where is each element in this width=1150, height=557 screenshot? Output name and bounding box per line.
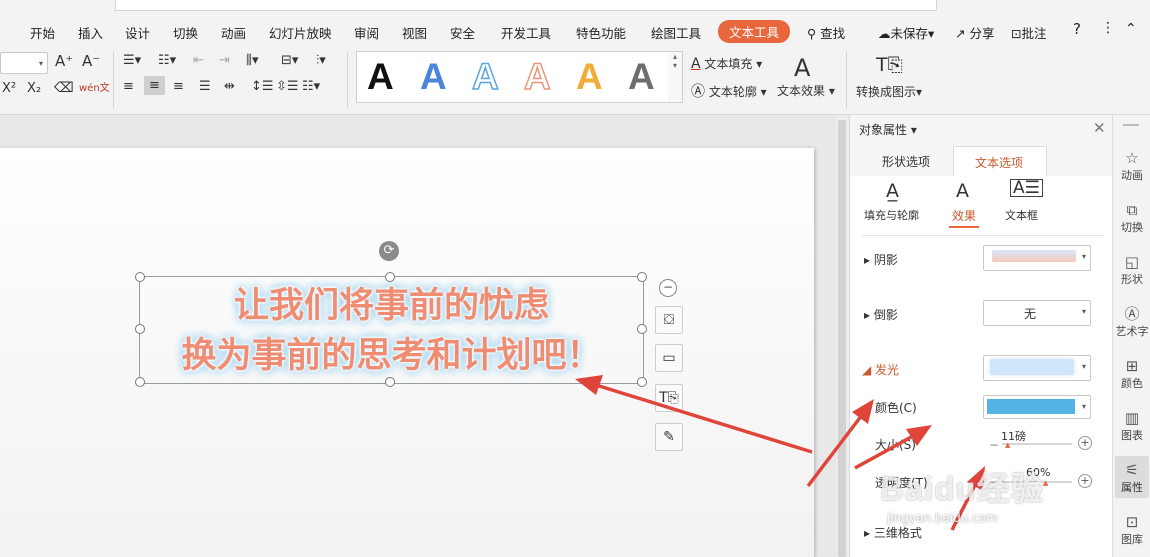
baidu-watermark-url: jingyan.baidu.com: [887, 511, 998, 525]
red-arrow-to-glow: [806, 399, 874, 488]
red-arrow-to-text: [575, 375, 813, 454]
baidu-watermark-logo: Baidu经验: [880, 470, 1045, 507]
